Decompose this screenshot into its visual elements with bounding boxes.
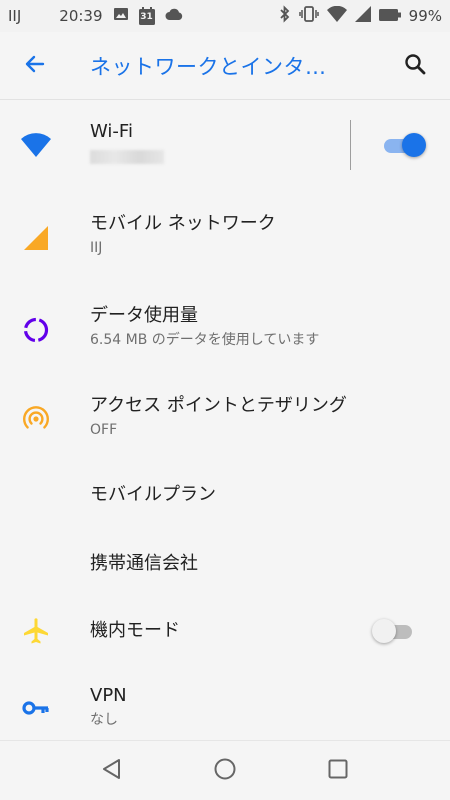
carrier-label: IIJ [8, 7, 22, 25]
list-item-carrier[interactable]: 携帯通信会社 [0, 528, 450, 598]
arrow-left-icon [23, 52, 47, 80]
page-title: ネットワークとインタ… [90, 54, 327, 79]
carrier-title: 携帯通信会社 [90, 553, 198, 574]
signal-icon [18, 220, 54, 256]
airplane-mode-toggle[interactable] [372, 618, 416, 644]
airplane-mode-title: 機内モード [90, 620, 180, 641]
square-recents-icon [326, 757, 350, 785]
list-item-mobile-plan[interactable]: モバイルプラン [0, 462, 450, 528]
list-item-hotspot-tethering[interactable]: アクセス ポイントとテザリング OFF [0, 372, 450, 462]
list-item-data-usage[interactable]: データ使用量 6.54 MB のデータを使用しています [0, 282, 450, 372]
app-bar: ネットワークとインタ… [0, 32, 450, 100]
calendar-icon: 31 [138, 7, 155, 25]
clock: 20:39 [59, 7, 103, 25]
list-item-mobile-network[interactable]: モバイル ネットワーク IIJ [0, 190, 450, 282]
cell-signal-icon [354, 6, 371, 26]
data-usage-title: データ使用量 [90, 305, 198, 326]
vpn-title: VPN [90, 685, 127, 706]
circle-home-icon [213, 757, 237, 785]
airplane-icon [18, 613, 54, 649]
list-item-vpn[interactable]: VPN なし [0, 664, 450, 740]
wifi-title: Wi-Fi [90, 121, 133, 142]
wifi-toggle[interactable] [382, 132, 426, 158]
mobile-plan-title: モバイルプラン [90, 484, 216, 505]
triangle-back-icon [100, 757, 124, 785]
list-item-wifi[interactable]: Wi-Fi [0, 100, 450, 190]
search-icon [403, 52, 427, 80]
mobile-network-title: モバイル ネットワーク [90, 213, 276, 234]
hotspot-subtitle: OFF [90, 422, 118, 438]
navigation-bar [0, 740, 450, 800]
battery-icon [378, 7, 401, 25]
wifi-network-name-redacted [90, 150, 164, 164]
cloud-icon [165, 7, 183, 25]
bluetooth-icon [279, 5, 291, 27]
mobile-network-subtitle: IIJ [90, 240, 103, 256]
list-item-airplane-mode[interactable]: 機内モード [0, 598, 450, 664]
data-usage-icon [18, 312, 54, 348]
nav-recents-button[interactable] [316, 749, 360, 793]
hotspot-title: アクセス ポイントとテザリング [90, 395, 347, 416]
hotspot-icon [18, 402, 54, 438]
image-notification-icon [113, 6, 129, 26]
calendar-day: 31 [140, 12, 153, 22]
vibrate-icon [298, 5, 319, 27]
wifi-status-icon [326, 5, 347, 26]
nav-back-button[interactable] [90, 749, 134, 793]
wifi-icon [18, 127, 54, 163]
divider [350, 120, 351, 170]
vpn-subtitle: なし [90, 712, 118, 728]
battery-percent: 99% [408, 7, 442, 25]
data-usage-subtitle: 6.54 MB のデータを使用しています [90, 332, 320, 348]
search-button[interactable] [380, 32, 450, 100]
status-bar: IIJ 20:39 31 99% [0, 0, 450, 32]
vpn-key-icon [18, 690, 54, 726]
back-button[interactable] [0, 32, 70, 100]
nav-home-button[interactable] [203, 749, 247, 793]
